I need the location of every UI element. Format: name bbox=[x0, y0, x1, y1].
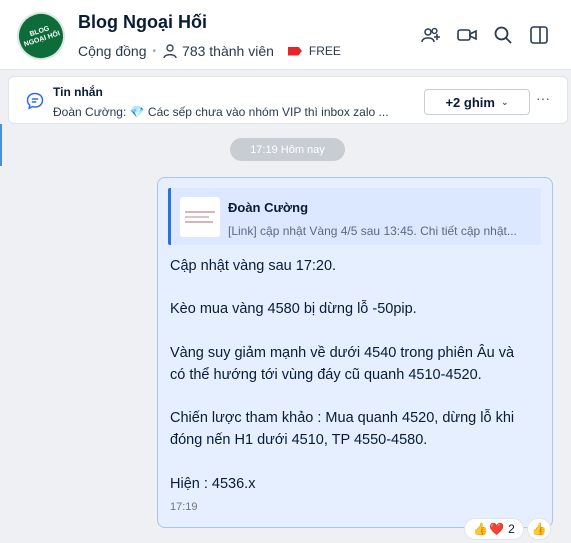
plan-badge: FREE bbox=[308, 44, 341, 58]
message-line: Chiến lược tham khảo : Mua quanh 4520, d… bbox=[170, 410, 515, 426]
pinned-title: Tin nhắn bbox=[53, 85, 103, 99]
pinned-preview: Đoàn Cường: 💎 Các sếp chưa vào nhóm VIP … bbox=[53, 105, 417, 119]
quoted-message[interactable]: Đoàn Cường [Link] cập nhật Vàng 4/5 sau … bbox=[168, 188, 541, 245]
pinned-count-label: +2 ghim bbox=[445, 94, 495, 110]
pinned-sender: Đoàn Cường: bbox=[53, 105, 127, 119]
chat-header: BLOG NGOẠI HỐI Blog Ngoại Hối Cộng đồng … bbox=[0, 0, 571, 70]
chevron-down-icon: ⌄ bbox=[500, 96, 509, 107]
quote-thumbnail bbox=[180, 197, 220, 237]
add-member-icon[interactable] bbox=[420, 24, 442, 46]
reaction-summary[interactable]: 👍 ❤️ 2 bbox=[464, 518, 524, 540]
more-options-icon[interactable]: ··· bbox=[533, 90, 553, 110]
pinned-text: Các sếp chưa vào nhóm VIP thì inbox zalo… bbox=[147, 105, 389, 119]
pinned-message-bar[interactable]: Tin nhắn Đoàn Cường: 💎 Các sếp chưa vào … bbox=[8, 76, 568, 124]
gem-icon: 💎 bbox=[129, 105, 145, 119]
message-line: Kèo mua vàng 4580 bị dừng lỗ -50pip. bbox=[170, 301, 417, 317]
message-time: 17:19 bbox=[170, 501, 198, 513]
quote-text: [Link] cập nhật Vàng 4/5 sau 13:45. Chi … bbox=[228, 224, 517, 238]
sidebar-toggle-icon[interactable] bbox=[528, 24, 550, 46]
left-accent-bar bbox=[0, 124, 2, 166]
quote-author: Đoàn Cường bbox=[228, 200, 309, 215]
heart-icon: ❤️ bbox=[489, 522, 505, 536]
separator-dot: • bbox=[152, 45, 157, 57]
thumbs-up-icon: 👍 bbox=[473, 522, 489, 536]
person-icon bbox=[163, 44, 177, 59]
chat-bubble-icon bbox=[26, 92, 44, 110]
group-meta: Cộng đồng • 783 thành viên FREE bbox=[78, 42, 341, 60]
message-bubble[interactable]: Đoàn Cường [Link] cập nhật Vàng 4/5 sau … bbox=[157, 177, 553, 528]
reaction-count: 2 bbox=[508, 522, 515, 536]
member-count[interactable]: 783 thành viên bbox=[182, 43, 274, 59]
message-line: có thể hướng tới vùng đáy cũ quanh 4510-… bbox=[170, 367, 482, 383]
message-line: Cập nhật vàng sau 17:20. bbox=[170, 258, 337, 274]
time-separator: 17:19 Hôm nay bbox=[230, 138, 345, 161]
tag-icon bbox=[287, 46, 302, 56]
message-line: Vàng suy giảm mạnh về dưới 4540 trong ph… bbox=[170, 345, 515, 361]
video-call-icon[interactable] bbox=[456, 24, 478, 46]
quick-react-button[interactable]: 👍 bbox=[527, 518, 551, 540]
group-name[interactable]: Blog Ngoại Hối bbox=[78, 12, 207, 33]
group-avatar[interactable]: BLOG NGOẠI HỐI bbox=[10, 5, 72, 67]
message-line: Hiện : 4536.x bbox=[170, 476, 256, 492]
community-label: Cộng đồng bbox=[78, 43, 147, 59]
pinned-count-button[interactable]: +2 ghim ⌄ bbox=[424, 89, 530, 115]
search-icon[interactable] bbox=[492, 24, 514, 46]
message-line: đóng nến H1 dưới 4510, TP 4550-4580. bbox=[170, 432, 428, 448]
thumbs-up-icon: 👍 bbox=[531, 522, 547, 536]
